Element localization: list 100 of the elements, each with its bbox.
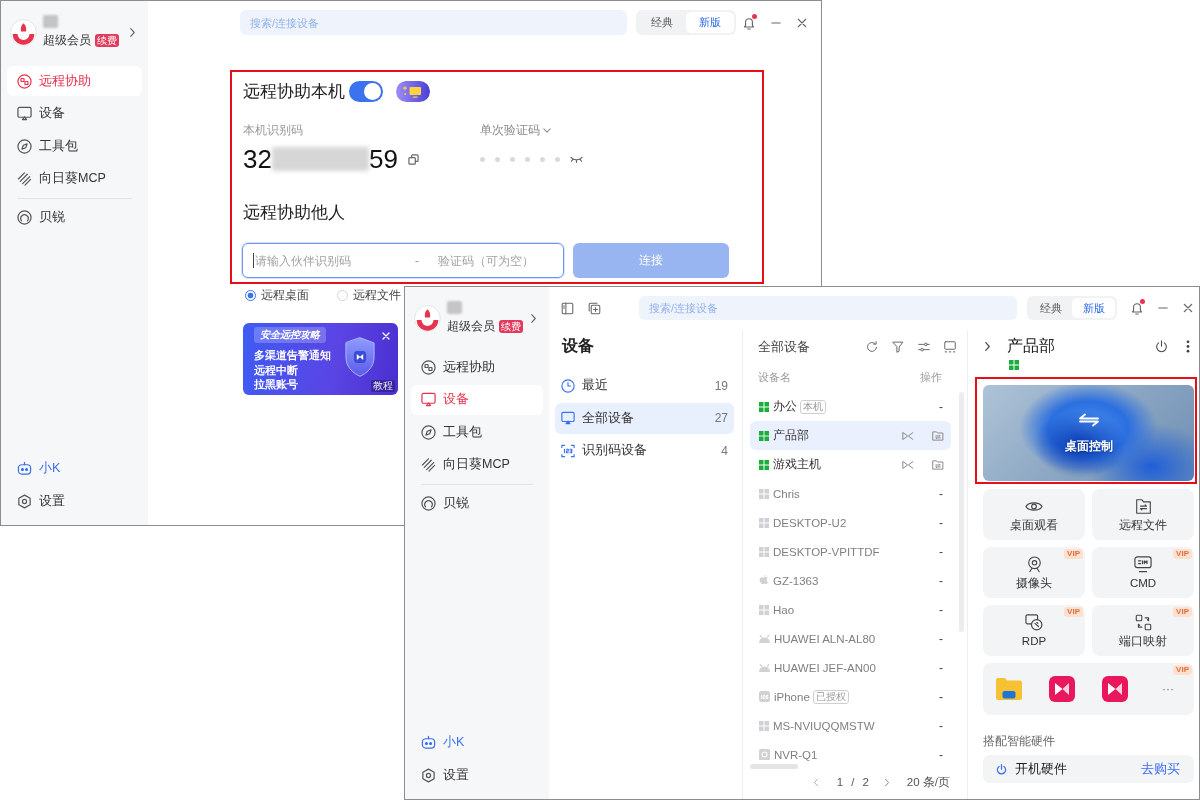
device-row[interactable]: DESKTOP-VPITTDF - xyxy=(750,537,951,566)
group-item[interactable]: 最近 19 xyxy=(555,370,734,401)
rocket-avatar-icon[interactable] xyxy=(10,19,37,46)
nav-item[interactable]: 贝锐 xyxy=(7,202,142,233)
member-level: 超级会员 xyxy=(43,32,91,48)
nav-item[interactable]: 小K xyxy=(411,727,543,757)
radio-label[interactable]: 远程桌面 xyxy=(261,286,309,304)
stripes-icon xyxy=(421,457,436,472)
device-name: HUAWEI JEF-AN00 xyxy=(774,661,876,674)
nav-item[interactable]: 远程协助 xyxy=(7,66,142,96)
device-row[interactable]: GZ-1363 - xyxy=(750,566,951,595)
nav-item[interactable]: 小K xyxy=(7,453,142,483)
device-row[interactable]: HUAWEI JEF-AN00 - xyxy=(750,653,951,682)
settings-icon xyxy=(17,493,32,509)
radio-button[interactable] xyxy=(245,289,256,301)
nav-item[interactable]: 远程协助 xyxy=(411,352,543,382)
device-name: 游戏主机 xyxy=(773,457,821,472)
id-code-icon xyxy=(561,443,575,458)
nav-item[interactable]: 设备 xyxy=(7,98,142,129)
device-row[interactable]: NVR-Q1 - xyxy=(750,740,951,769)
folder-swap-icon[interactable] xyxy=(932,458,944,471)
device-row[interactable]: DESKTOP-U2 - xyxy=(750,508,951,537)
renew-badge[interactable]: 续费 xyxy=(499,319,523,333)
device-row[interactable]: HUAWEI ALN-AL80 - xyxy=(750,624,951,653)
nav-item[interactable]: 工具包 xyxy=(7,131,142,161)
action-tile[interactable]: RDP VIP xyxy=(983,605,1085,656)
copy-icon[interactable] xyxy=(407,153,419,165)
code-input[interactable]: 验证码（可为空） xyxy=(438,250,550,271)
bowtie-icon[interactable] xyxy=(902,429,914,442)
action-tile[interactable]: 远程文件 xyxy=(1092,489,1194,540)
device-tag: 已授权 xyxy=(812,689,849,704)
tutorial-tag[interactable]: 教程 xyxy=(371,380,395,392)
sidebar-toggle-icon[interactable] xyxy=(561,301,574,315)
desktop-control-button[interactable]: 桌面控制 xyxy=(983,385,1194,481)
nav-item[interactable]: 设置 xyxy=(7,486,142,516)
nav-item[interactable]: 向日葵MCP xyxy=(411,449,543,480)
nav-item[interactable]: 设置 xyxy=(411,760,543,790)
mode-tab[interactable]: 新版 xyxy=(1072,298,1115,318)
mode-tab[interactable]: 经典 xyxy=(638,12,686,33)
rocket-avatar-icon[interactable] xyxy=(414,305,441,332)
renew-badge[interactable]: 续费 xyxy=(95,33,119,47)
device-row[interactable]: Chris - xyxy=(750,479,951,508)
bell-icon[interactable] xyxy=(1131,301,1143,315)
chevron-right-icon[interactable] xyxy=(530,313,537,324)
toggle-switch[interactable] xyxy=(349,81,383,102)
action-tile[interactable]: 摄像头 VIP xyxy=(983,547,1085,598)
eye-closed-icon[interactable] xyxy=(570,155,583,163)
app-icon[interactable] xyxy=(1102,676,1128,702)
terminal-monitor-icon xyxy=(1134,555,1152,573)
group-item[interactable]: 识别码设备 4 xyxy=(555,435,734,466)
mode-tab[interactable]: 新版 xyxy=(686,12,734,33)
monitor-icon[interactable] xyxy=(944,341,956,353)
search-field[interactable]: 搜索/连接设备 xyxy=(240,10,627,35)
action-tile[interactable]: 端口映射 VIP xyxy=(1092,605,1194,656)
close-icon[interactable] xyxy=(797,17,807,28)
device-row[interactable]: 游戏主机 xyxy=(750,450,951,479)
promo-banner[interactable]: 安全远控攻略 多渠道告警通知 远程中断 拉黑账号 教程 xyxy=(243,323,398,395)
bell-icon[interactable] xyxy=(743,15,755,30)
action-placeholder: - xyxy=(939,631,944,646)
device-row[interactable]: 办公 本机 - xyxy=(750,392,951,421)
partner-id-input[interactable]: 请输入伙伴识别码 xyxy=(255,250,415,271)
device-name: NVR-Q1 xyxy=(774,748,818,761)
chevron-right-icon[interactable] xyxy=(129,27,136,38)
action-tile[interactable]: 桌面观看 xyxy=(983,489,1085,540)
sliders-icon[interactable] xyxy=(918,341,930,353)
device-row[interactable]: Hao - xyxy=(750,595,951,624)
device-row[interactable]: iPhone 已授权 - xyxy=(750,682,951,711)
buy-link[interactable]: 去购买 xyxy=(1141,760,1180,778)
sparkle-monitor-icon[interactable] xyxy=(396,81,430,102)
more-icon[interactable] xyxy=(1186,339,1190,353)
group-item[interactable]: 全部设备 27 xyxy=(555,402,734,434)
vip-badge: VIP xyxy=(1173,549,1192,559)
more-button[interactable]: ··· xyxy=(1162,682,1174,696)
close-icon[interactable] xyxy=(1183,303,1193,313)
bowtie-icon[interactable] xyxy=(902,458,914,471)
refresh-icon[interactable] xyxy=(866,341,878,353)
chevron-right-icon[interactable] xyxy=(984,340,991,352)
scrollbar-thumb[interactable] xyxy=(750,764,798,769)
code-type-dropdown[interactable]: 单次验证码 xyxy=(480,123,551,138)
action-tile[interactable]: CMD VIP xyxy=(1092,547,1194,598)
swap-circle-icon xyxy=(421,359,436,375)
device-row[interactable]: MS-NVIUQQMSTW - xyxy=(750,711,951,740)
mode-tab[interactable]: 经典 xyxy=(1029,298,1072,318)
app-icon[interactable] xyxy=(1049,676,1075,702)
nav-item[interactable]: 设备 xyxy=(411,384,543,415)
page-size-select[interactable]: 20 条/页 xyxy=(906,774,950,790)
nav-item[interactable]: 工具包 xyxy=(411,417,543,447)
search-field[interactable]: 搜索/连接设备 xyxy=(639,296,1017,320)
radio-label[interactable]: 远程文件 xyxy=(353,286,401,304)
power-icon[interactable] xyxy=(1155,339,1168,353)
add-window-icon[interactable] xyxy=(588,301,601,315)
promo-tag: 安全远控攻略 xyxy=(254,327,326,343)
folder-icon[interactable] xyxy=(996,678,1022,700)
nav-item[interactable]: 贝锐 xyxy=(411,488,543,519)
compass-icon xyxy=(421,424,436,440)
nav-item[interactable]: 向日葵MCP xyxy=(7,163,142,194)
page-count: 2 xyxy=(862,776,869,788)
folder-swap-icon[interactable] xyxy=(932,429,944,442)
device-row[interactable]: 产品部 xyxy=(750,421,951,450)
filter-icon[interactable] xyxy=(892,341,904,353)
